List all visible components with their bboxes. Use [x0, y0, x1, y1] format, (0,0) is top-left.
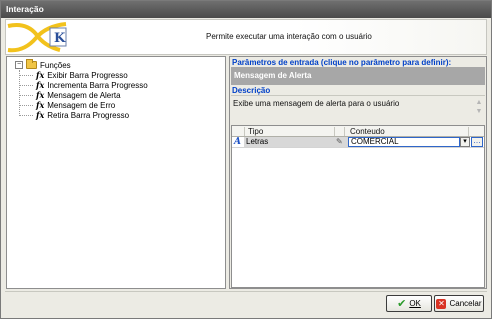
column-header-tipo[interactable]: Tipo	[248, 126, 263, 137]
cancel-button[interactable]: ✕ Cancelar	[434, 295, 484, 312]
ok-label: OK	[409, 299, 421, 308]
checkmark-icon: ✔	[397, 298, 407, 310]
tree-item-label: Mensagem de Erro	[47, 100, 116, 110]
table-row[interactable]: A Letras ✎ COMERCIAL ▾ …	[232, 137, 484, 148]
scroll-up-icon[interactable]: ▲	[475, 98, 483, 107]
function-icon: fx	[36, 100, 45, 110]
function-icon: fx	[36, 80, 45, 90]
conteudo-select[interactable]: COMERCIAL	[348, 137, 460, 147]
collapse-icon[interactable]: −	[15, 61, 23, 69]
tree-item-retira-barra-progresso[interactable]: fx Retira Barra Progresso	[19, 110, 129, 120]
selected-function-name[interactable]: Mensagem de Alerta	[231, 67, 485, 85]
tree-root-label: Funções	[40, 60, 71, 70]
tree-item-exibir-barra-progresso[interactable]: fx Exibir Barra Progresso	[19, 70, 128, 80]
function-icon: fx	[36, 110, 45, 120]
tree-item-label: Incrementa Barra Progresso	[47, 80, 148, 90]
folder-open-icon	[26, 59, 37, 69]
window-title: Interação	[1, 1, 491, 18]
function-icon: fx	[36, 70, 45, 80]
svg-text:K: K	[54, 31, 66, 46]
tree-item-mensagem-de-erro[interactable]: fx Mensagem de Erro	[19, 100, 115, 110]
description-scrollbar[interactable]: ▲ ▼	[475, 98, 483, 118]
tree-item-label: Exibir Barra Progresso	[47, 70, 128, 80]
column-header-conteudo[interactable]: Conteudo	[350, 126, 385, 137]
tree-root-funcoes[interactable]: − Funções	[15, 59, 71, 70]
description-caption: Descrição	[232, 86, 271, 95]
ellipsis-button[interactable]: …	[471, 137, 483, 147]
description-box: Exibe uma mensagem de alerta para o usuá…	[231, 95, 485, 121]
pencil-icon[interactable]: ✎	[336, 137, 343, 147]
parameters-grid: Tipo Conteudo A Letras ✎ COMERCIAL ▾ …	[231, 125, 485, 288]
tree-item-label: Mensagem de Alerta	[47, 90, 121, 100]
grid-header: Tipo Conteudo	[232, 126, 484, 137]
chevron-down-icon[interactable]: ▾	[460, 137, 470, 147]
header-description: Permite executar uma interação com o usu…	[206, 32, 372, 41]
text-type-icon: A	[234, 137, 241, 147]
params-caption: Parâmetros de entrada (clique no parâmet…	[232, 58, 452, 67]
tree-item-incrementa-barra-progresso[interactable]: fx Incrementa Barra Progresso	[19, 80, 148, 90]
function-icon: fx	[36, 90, 45, 100]
ok-button[interactable]: ✔ OK	[386, 295, 432, 312]
header-banner: K Permite executar uma interação com o u…	[5, 19, 487, 55]
footer-divider	[5, 291, 487, 292]
close-icon: ✕	[436, 298, 447, 309]
dialog-window: Interação K Permite executar uma interaç…	[0, 0, 492, 319]
scroll-down-icon[interactable]: ▼	[475, 107, 483, 116]
cell-tipo: Letras	[244, 137, 348, 147]
app-logo-icon: K	[7, 22, 67, 53]
tree-item-mensagem-de-alerta[interactable]: fx Mensagem de Alerta	[19, 90, 121, 100]
tree-item-label: Retira Barra Progresso	[47, 110, 130, 120]
functions-tree[interactable]: − Funções fx Exibir Barra Progresso fx I…	[6, 56, 226, 289]
cancel-label: Cancelar	[449, 299, 482, 308]
description-text: Exibe uma mensagem de alerta para o usuá…	[233, 99, 400, 108]
parameters-panel: Parâmetros de entrada (clique no parâmet…	[229, 56, 487, 289]
